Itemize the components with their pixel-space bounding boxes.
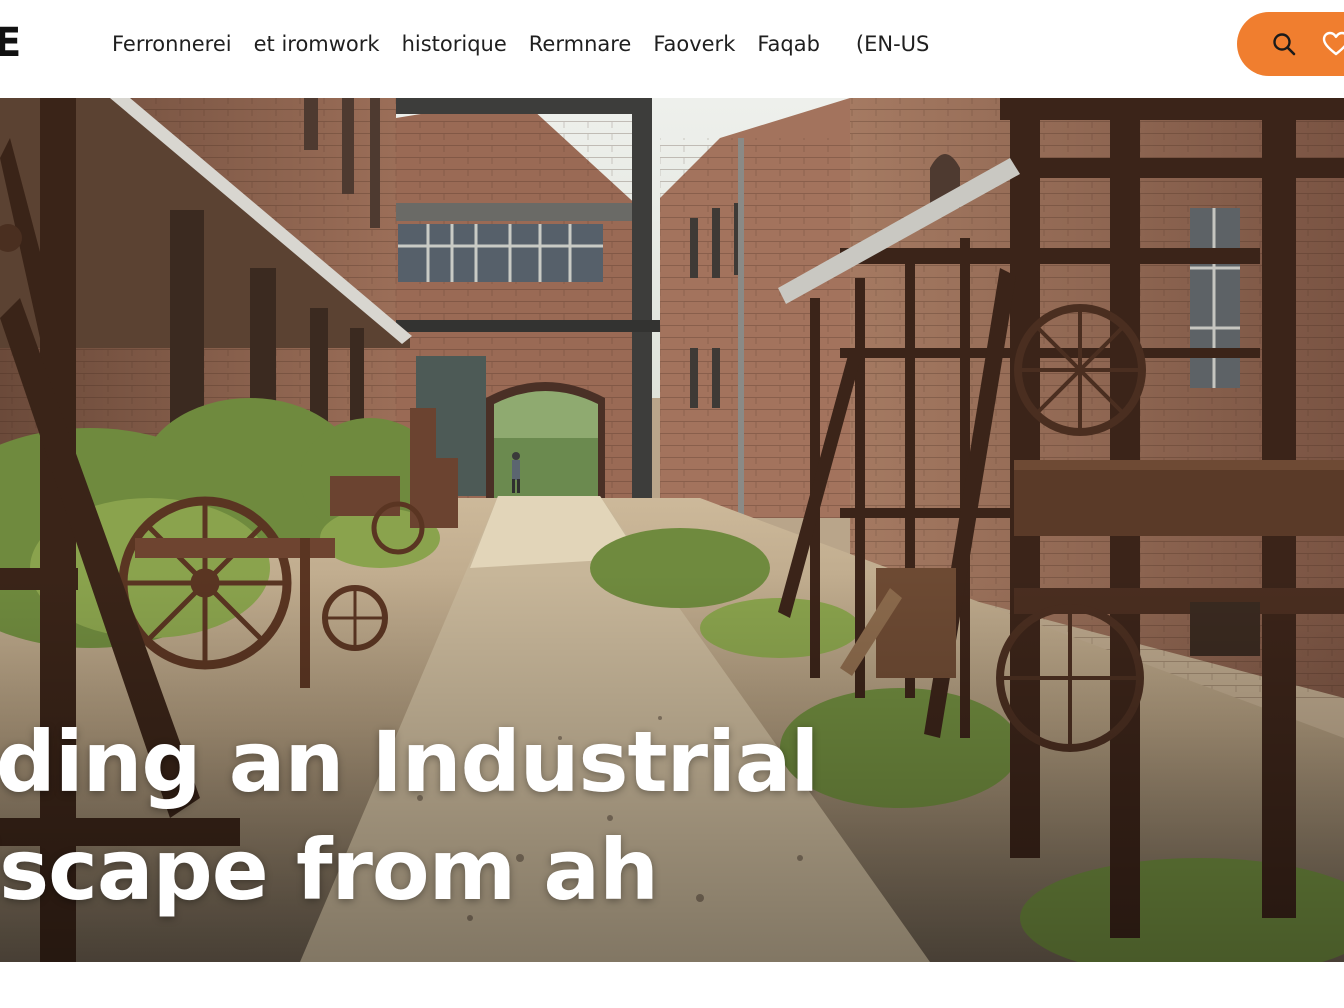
site-logo[interactable]: E [0, 18, 21, 68]
hero-section: ading an Industrial dscape from ah [0, 98, 1344, 962]
nav-item-ironwork[interactable]: et iromwork [254, 32, 380, 56]
hero-headline-line-1: ading an Industrial [0, 713, 819, 811]
nav-item-faqab[interactable]: Faqab [757, 32, 820, 56]
page-bottom-area [0, 962, 1344, 1008]
nav-item-rermnare[interactable]: Rermnare [529, 32, 632, 56]
search-icon[interactable] [1267, 27, 1301, 61]
nav-item-ferronnerie[interactable]: Ferronnerei [112, 32, 232, 56]
nav-item-historique[interactable]: historique [402, 32, 507, 56]
language-selector[interactable]: (EN-US [856, 32, 929, 56]
main-nav: Ferronnerei et iromwork historique Rermn… [112, 0, 951, 88]
site-header: E Ferronnerei et iromwork historique Rer… [0, 0, 1344, 98]
nav-item-faoverk[interactable]: Faoverk [653, 32, 735, 56]
hero-headline: ading an Industrial dscape from ah [0, 708, 940, 924]
header-actions [1237, 12, 1344, 76]
hero-headline-line-2: dscape from ah [0, 821, 659, 919]
heart-icon[interactable] [1319, 27, 1344, 61]
